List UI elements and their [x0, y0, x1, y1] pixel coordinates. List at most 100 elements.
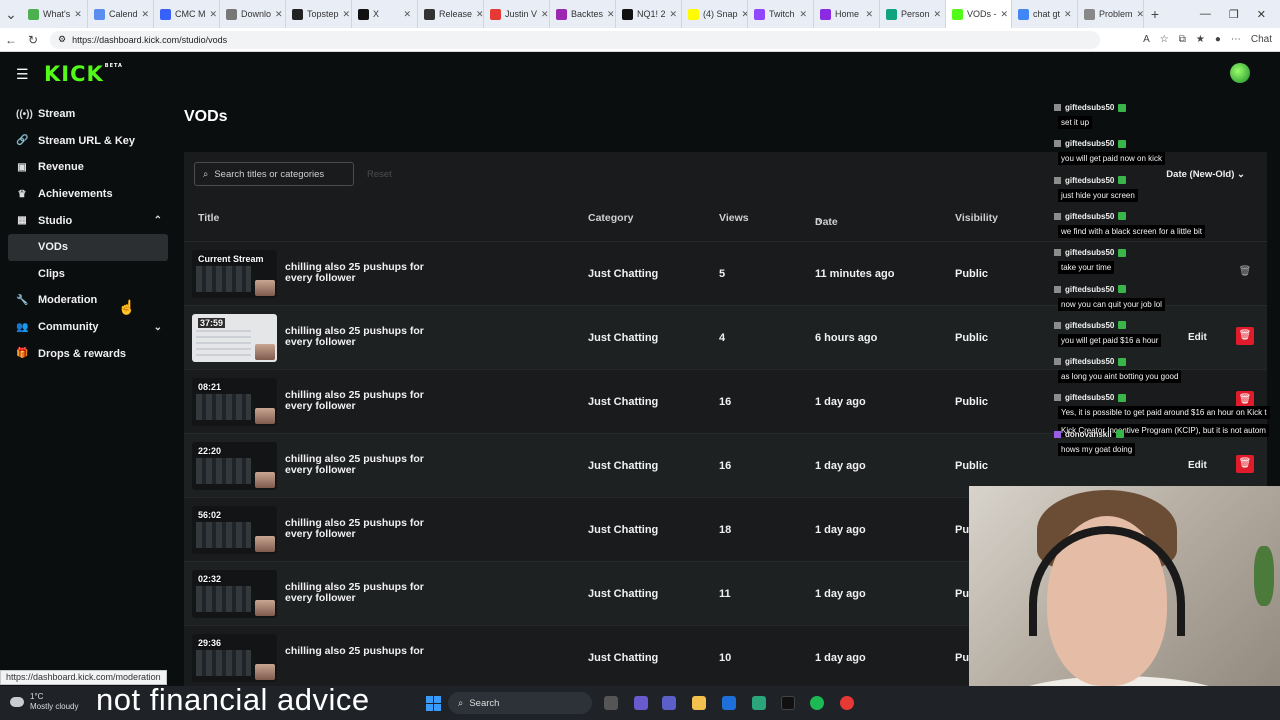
store-icon[interactable] — [722, 696, 736, 710]
read-aloud-icon[interactable]: A — [1143, 34, 1150, 45]
browser-tab[interactable]: Topstep ✕ — [286, 0, 352, 28]
close-tab-icon[interactable]: ✕ — [865, 9, 873, 20]
browser-tab[interactable]: X ✕ — [352, 0, 418, 28]
sidebar-item-clips[interactable]: Clips — [8, 261, 168, 288]
tab-list-chevron-icon[interactable]: ⌄ — [0, 6, 22, 23]
sidebar-item-community[interactable]: 👥 Community ⌄ — [8, 314, 168, 341]
browser-tab[interactable]: Home ✕ — [814, 0, 880, 28]
weather-widget[interactable]: 1°C Mostly cloudy — [10, 692, 78, 712]
vod-thumbnail[interactable]: 22:20 — [192, 442, 277, 490]
close-window-icon[interactable]: ✕ — [1257, 8, 1266, 21]
vod-visibility[interactable]: Pu — [955, 652, 969, 664]
reset-button[interactable]: Reset — [367, 169, 392, 180]
edge-icon[interactable] — [752, 696, 766, 710]
file-explorer-icon[interactable] — [692, 696, 706, 710]
back-icon[interactable]: ← — [0, 33, 22, 47]
sidebar-item-stream-url-key[interactable]: 🔗 Stream URL & Key — [8, 128, 168, 155]
browser-tab[interactable]: Backtes ✕ — [550, 0, 616, 28]
browser-tab[interactable]: Calend ✕ — [88, 0, 154, 28]
favorites-icon[interactable]: ★ — [1196, 34, 1205, 45]
kick-logo[interactable]: KICKBETA — [44, 62, 123, 86]
chat-username[interactable]: giftedsubs50 — [1065, 285, 1114, 294]
close-tab-icon[interactable]: ✕ — [403, 9, 411, 20]
column-category[interactable]: Category — [588, 212, 634, 224]
chat-button[interactable]: Chat — [1251, 34, 1272, 45]
vod-title[interactable]: chilling also 25 pushups for every follo… — [285, 582, 445, 604]
bookmark-star-icon[interactable]: ☆ — [1160, 34, 1169, 45]
vod-thumbnail[interactable]: 02:32 — [192, 570, 277, 618]
obs-icon[interactable] — [840, 696, 854, 710]
close-tab-icon[interactable]: ✕ — [670, 9, 678, 20]
vod-thumbnail[interactable]: 08:21 — [192, 378, 277, 426]
sidebar-item-stream[interactable]: ((•)) Stream — [8, 101, 168, 128]
sidebar-item-achievements[interactable]: ♛ Achievements — [8, 181, 168, 208]
vod-title[interactable]: chilling also 25 pushups for every follo… — [285, 518, 445, 540]
vod-visibility[interactable]: Pu — [955, 588, 969, 600]
search-input[interactable]: ⌕ Search titles or categories — [194, 162, 354, 186]
vod-visibility[interactable]: Public — [955, 460, 988, 472]
browser-tab[interactable]: Twitch ✕ — [748, 0, 814, 28]
browser-tab[interactable]: Release ✕ — [418, 0, 484, 28]
chat-username[interactable]: giftedsubs50 — [1065, 139, 1114, 148]
vod-visibility[interactable]: Public — [955, 396, 988, 408]
close-tab-icon[interactable]: ✕ — [343, 9, 351, 20]
windows-start-icon[interactable] — [426, 696, 441, 711]
vod-title[interactable]: chilling also 25 pushups for every follo… — [285, 262, 445, 284]
task-view-icon[interactable] — [604, 696, 618, 710]
vod-visibility[interactable]: Pu — [955, 524, 969, 536]
sidebar-item-moderation[interactable]: 🔧 Moderation — [8, 287, 168, 314]
reload-icon[interactable]: ↻ — [22, 33, 44, 47]
new-tab-button[interactable]: + — [1144, 6, 1166, 22]
close-tab-icon[interactable]: ✕ — [1001, 9, 1009, 20]
vod-title[interactable]: chilling also 25 pushups for every follo… — [285, 390, 445, 412]
maximize-icon[interactable]: ❐ — [1229, 8, 1239, 21]
vod-title[interactable]: chilling also 25 pushups for every follo… — [285, 326, 445, 348]
close-tab-icon[interactable]: ✕ — [74, 9, 82, 20]
browser-tab[interactable]: VODs - ✕ — [946, 0, 1012, 28]
chat-username[interactable]: giftedsubs50 — [1065, 176, 1114, 185]
chat-username[interactable]: donovanskii — [1065, 430, 1112, 439]
tiktok-icon[interactable] — [781, 696, 795, 710]
close-tab-icon[interactable]: ✕ — [799, 9, 807, 20]
vod-title[interactable]: chilling also 25 pushups for every follo… — [285, 454, 445, 476]
minimize-icon[interactable]: — — [1200, 8, 1211, 21]
close-tab-icon[interactable]: ✕ — [476, 9, 483, 20]
chat-username[interactable]: giftedsubs50 — [1065, 357, 1114, 366]
copilot-icon[interactable] — [634, 696, 648, 710]
chat-username[interactable]: giftedsubs50 — [1065, 212, 1114, 221]
browser-tab[interactable]: Problem ✕ — [1078, 0, 1144, 28]
chat-username[interactable]: giftedsubs50 — [1065, 103, 1114, 112]
spotify-icon[interactable] — [810, 696, 824, 710]
close-tab-icon[interactable]: ✕ — [275, 9, 283, 20]
url-field[interactable]: ⚙ https://dashboard.kick.com/studio/vods — [50, 30, 1100, 49]
site-info-icon[interactable]: ⚙ — [58, 34, 66, 45]
browser-tab[interactable]: chat gt ✕ — [1012, 0, 1078, 28]
browser-tab[interactable]: Downlo ✕ — [220, 0, 286, 28]
sidebar-item-studio[interactable]: ▦ Studio ⌃ — [8, 207, 168, 234]
browser-tab[interactable]: Justin V ✕ — [484, 0, 550, 28]
vod-thumbnail[interactable]: 29:36 — [192, 634, 277, 682]
vod-thumbnail[interactable]: 37:59 — [192, 314, 277, 362]
close-tab-icon[interactable]: ✕ — [1137, 9, 1143, 20]
sidebar-item-vods[interactable]: VODs — [8, 233, 168, 261]
sidebar-item-drops-rewards[interactable]: 🎁 Drops & rewards — [8, 340, 168, 367]
extensions-icon[interactable]: ⧉ — [1179, 34, 1186, 45]
column-title[interactable]: Title — [198, 212, 219, 224]
chat-username[interactable]: giftedsubs50 — [1065, 321, 1114, 330]
browser-tab[interactable]: (4) Snap✕ — [682, 0, 748, 28]
close-tab-icon[interactable]: ✕ — [541, 9, 549, 20]
sidebar-item-revenue[interactable]: ▣ Revenue — [8, 154, 168, 181]
column-views[interactable]: Views — [719, 212, 749, 224]
browser-tab[interactable]: What's ✕ — [22, 0, 88, 28]
teams-icon[interactable] — [662, 696, 676, 710]
close-tab-icon[interactable]: ✕ — [934, 9, 942, 20]
close-tab-icon[interactable]: ✕ — [607, 9, 615, 20]
profile-icon[interactable]: ● — [1215, 34, 1221, 45]
vod-visibility[interactable]: Public — [955, 332, 988, 344]
chat-username[interactable]: giftedsubs50 — [1065, 393, 1114, 402]
close-tab-icon[interactable]: ✕ — [1064, 9, 1072, 20]
close-tab-icon[interactable]: ✕ — [142, 9, 150, 20]
vod-thumbnail[interactable]: Current Stream — [192, 250, 277, 298]
vod-visibility[interactable]: Public — [955, 268, 988, 280]
browser-tab[interactable]: NQ1! 2 ✕ — [616, 0, 682, 28]
